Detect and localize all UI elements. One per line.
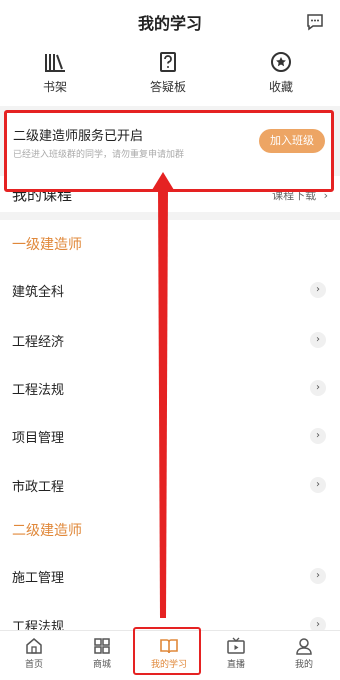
- quick-links: 书架 答疑板 收藏: [0, 44, 340, 106]
- chevron-right-icon: ›: [310, 380, 326, 396]
- quick-link-label: 收藏: [268, 80, 293, 94]
- course-row[interactable]: 施工管理 ›: [12, 562, 328, 590]
- section-title: 一级建造师: [12, 237, 82, 253]
- message-icon[interactable]: [306, 13, 324, 31]
- tab-home[interactable]: 首页: [0, 637, 68, 670]
- bookshelf-icon: [45, 54, 65, 72]
- tab-highlight-box: [133, 627, 201, 675]
- tab-label: 直播: [226, 660, 245, 670]
- banner-title: 二级建造师服务已开启: [13, 129, 144, 144]
- chevron-right-icon: ›: [310, 428, 326, 444]
- course-label: 市政工程: [12, 480, 65, 495]
- home-icon: [26, 638, 42, 654]
- chevron-right-icon: ›: [310, 568, 326, 584]
- quick-link-favorites[interactable]: 收藏: [241, 50, 321, 95]
- course-row[interactable]: 市政工程 ›: [12, 471, 328, 499]
- section-title: 二级建造师: [12, 523, 82, 539]
- tab-mall[interactable]: 商城: [68, 637, 136, 670]
- course-row[interactable]: 工程经济 ›: [12, 326, 328, 354]
- course-label: 工程法规: [12, 383, 65, 398]
- grid-icon: [94, 638, 110, 654]
- star-favorite-icon: [271, 52, 291, 72]
- course-label: 工程经济: [12, 335, 65, 350]
- course-row[interactable]: 项目管理 ›: [12, 422, 328, 450]
- course-row[interactable]: 建筑全科 ›: [12, 276, 328, 304]
- tab-label: 首页: [24, 660, 43, 670]
- course-row[interactable]: 工程法规 ›: [12, 374, 328, 402]
- quick-link-label: 书架: [42, 80, 67, 94]
- banner-subtitle: 已经进入班级群的同学，请勿重复申请加群: [13, 150, 185, 160]
- course-list: 一级建造师 建筑全科 › 工程经济 › 工程法规 › 项目管理 › 市政工程 › 二级建造…: [0, 220, 340, 644]
- page-title: 我的学习: [137, 14, 202, 33]
- quick-link-label: 答疑板: [149, 80, 186, 94]
- course-label: 项目管理: [12, 431, 65, 446]
- tab-me[interactable]: 我的: [270, 637, 338, 670]
- quick-link-question-board[interactable]: 答疑板: [128, 50, 208, 95]
- tab-label: 我的: [294, 660, 313, 670]
- user-icon: [296, 638, 312, 655]
- chevron-right-icon: ›: [310, 477, 326, 493]
- tab-live[interactable]: 直播: [202, 637, 270, 670]
- tv-icon: [227, 637, 245, 654]
- question-board-icon: [160, 52, 176, 72]
- course-label: 施工管理: [12, 571, 65, 586]
- class-service-banner: 二级建造师服务已开启 已经进入班级群的同学，请勿重复申请加群 加入班级: [4, 110, 334, 192]
- chevron-right-icon: ›: [310, 332, 326, 348]
- chevron-right-icon: ›: [310, 282, 326, 298]
- tab-label: 商城: [92, 660, 111, 670]
- join-class-button[interactable]: 加入班级: [259, 129, 325, 153]
- course-label: 建筑全科: [12, 285, 65, 300]
- top-header: 我的学习: [0, 0, 340, 44]
- quick-link-bookshelf[interactable]: 书架: [15, 50, 95, 95]
